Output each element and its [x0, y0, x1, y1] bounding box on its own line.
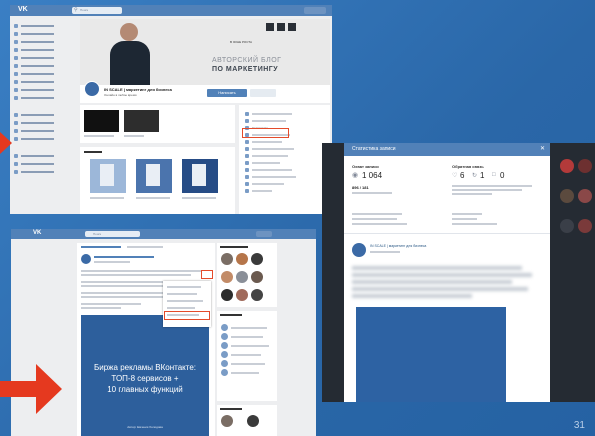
sidebar-item[interactable] — [14, 79, 54, 84]
product-card-2[interactable] — [136, 159, 172, 193]
page-number: 31 — [573, 420, 585, 431]
members-block — [217, 243, 277, 307]
sidebar-item[interactable] — [14, 112, 54, 117]
video-thumb-2[interactable] — [124, 110, 159, 132]
more-button[interactable] — [250, 89, 276, 97]
profile-menu[interactable] — [304, 7, 326, 14]
group-actions-menu: Статистика — [239, 105, 330, 214]
vk-header: VK Поиск — [11, 229, 316, 239]
sidebar-item[interactable] — [14, 47, 54, 52]
vk-logo[interactable]: VK — [18, 6, 28, 13]
screenshot-group-page: VK ⚲ Поиск В ЗОНЕ РОСТА АВТОРСКИЙ БЛОГ П… — [10, 5, 332, 214]
product-card-3[interactable] — [182, 159, 218, 193]
modal-header: Статистика записи ✕ — [344, 143, 550, 156]
group-cover: В ЗОНЕ РОСТА АВТОРСКИЙ БЛОГ ПО МАРКЕТИНГ… — [80, 19, 330, 85]
sidebar-item[interactable] — [14, 63, 54, 68]
video-thumb-1[interactable] — [84, 110, 119, 132]
post-image-title-2: ТОП-8 сервисов + — [111, 374, 179, 383]
sidebar-item[interactable] — [14, 136, 54, 141]
group-name: IN SCALE | маркетинг для бизнеса — [104, 87, 172, 92]
cover-icon-2[interactable] — [277, 23, 285, 31]
search-icon: ⚲ — [74, 7, 78, 13]
sidebar-item[interactable] — [14, 87, 54, 92]
red-arrow-top — [0, 132, 12, 154]
cover-tagline: АВТОРСКИЙ БЛОГ — [212, 57, 282, 64]
search-input[interactable]: ⚲ Поиск — [72, 7, 122, 14]
feedback-heading: Обратная связь — [452, 164, 484, 169]
sidebar-item[interactable] — [14, 153, 54, 158]
close-icon[interactable]: ✕ — [540, 145, 545, 152]
cover-small-text: В ЗОНЕ РОСТА — [230, 40, 253, 44]
more-actions-highlight — [201, 270, 213, 279]
write-message-button[interactable]: Написать — [207, 89, 247, 97]
post-image-author: Автор: Евгения Холодова — [127, 425, 163, 429]
modal-title: Статистика записи — [352, 146, 396, 152]
post-actions-dropdown — [163, 281, 211, 327]
group-avatar[interactable] — [84, 81, 100, 97]
group-status: Онлайн в любое время — [104, 93, 137, 97]
comment-icon: □ — [492, 172, 496, 178]
repost-icon: ↻ — [472, 173, 478, 179]
post-statistics-highlight — [164, 311, 210, 320]
cover-icon-1[interactable] — [266, 23, 274, 31]
post-author-name: IN SCALE | маркетинг для бизнеса — [370, 244, 427, 248]
post-preview-image — [356, 307, 506, 402]
sidebar-item[interactable] — [14, 120, 54, 125]
like-icon: ♡ — [452, 173, 458, 179]
cover-tagline-2: ПО МАРКЕТИНГУ — [212, 66, 279, 73]
sidebar-item[interactable] — [14, 95, 54, 100]
vk-header: VK ⚲ Поиск — [10, 5, 332, 16]
product-card-1[interactable] — [90, 159, 126, 193]
post-preview: IN SCALE | маркетинг для бизнеса — [352, 239, 542, 402]
post-author-avatar[interactable] — [81, 254, 91, 264]
subscribers-value: 896 / 181 — [352, 185, 369, 190]
group-header: IN SCALE | маркетинг для бизнеса Онлайн … — [80, 81, 330, 103]
sidebar-item[interactable] — [14, 128, 54, 133]
statistics-modal: Статистика записи ✕ Охват записи ◉ 1 064… — [344, 143, 550, 402]
links-block — [217, 311, 277, 401]
sidebar-item[interactable] — [14, 39, 54, 44]
sidebar-item[interactable] — [14, 55, 54, 60]
eye-icon: ◉ — [352, 172, 359, 179]
screenshot-post-statistics: Статистика записи ✕ Охват записи ◉ 1 064… — [322, 143, 595, 402]
search-input[interactable]: Поиск — [85, 231, 140, 237]
red-arrow-bottom — [0, 364, 62, 414]
products-block — [80, 147, 235, 214]
sidebar-item[interactable] — [14, 23, 54, 28]
left-sidebar — [14, 20, 54, 177]
reach-heading: Охват записи — [352, 164, 379, 169]
sidebar-item[interactable] — [14, 71, 54, 76]
post-image-title-3: 10 главных функций — [107, 385, 183, 394]
likes-value: 6 — [460, 171, 465, 180]
post-card: Биржа рекламы ВКонтакте: ТОП-8 сервисов … — [77, 243, 215, 436]
sidebar-item[interactable] — [14, 31, 54, 36]
sidebar-item[interactable] — [14, 169, 54, 174]
post-image-title-1: Биржа рекламы ВКонтакте: — [94, 363, 196, 372]
profile-menu[interactable] — [256, 231, 272, 237]
vk-logo[interactable]: VK — [33, 230, 41, 236]
comments-value: 0 — [500, 171, 505, 180]
post-image[interactable]: Биржа рекламы ВКонтакте: ТОП-8 сервисов … — [81, 315, 209, 436]
contacts-block — [217, 405, 277, 436]
reach-value: 1 064 — [362, 171, 383, 180]
reposts-value: 1 — [480, 171, 485, 180]
statistics-highlight — [242, 128, 289, 138]
post-author-avatar — [352, 243, 366, 257]
cover-person-photo — [110, 19, 150, 85]
sidebar-item[interactable] — [14, 161, 54, 166]
presentation-slide: VK ⚲ Поиск В ЗОНЕ РОСТА АВТОРСКИЙ БЛОГ П… — [0, 0, 595, 436]
cover-icon-3[interactable] — [288, 23, 296, 31]
videos-block — [80, 105, 235, 143]
